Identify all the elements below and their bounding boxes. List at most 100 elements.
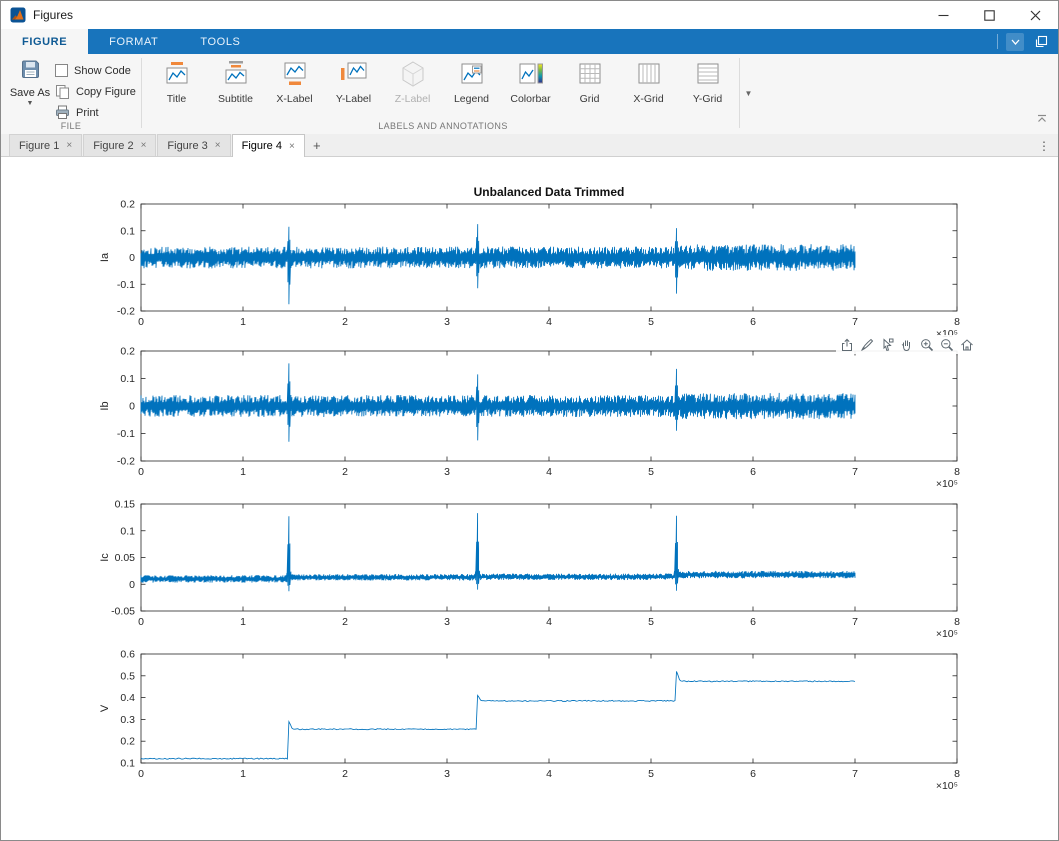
show-code-label: Show Code: [74, 65, 131, 77]
close-tab-icon[interactable]: ×: [289, 141, 295, 152]
close-tab-icon[interactable]: ×: [215, 140, 221, 151]
close-button[interactable]: [1012, 1, 1058, 29]
window-title: Figures: [33, 8, 73, 22]
collapse-toolstrip-icon: [1036, 114, 1048, 123]
x-tick-label: 0: [138, 316, 144, 328]
subtitle-button[interactable]: Subtitle: [206, 57, 265, 105]
y-tick-label: -0.2: [117, 306, 135, 318]
y-axis-label: Ic: [99, 553, 111, 562]
close-tab-icon[interactable]: ×: [141, 140, 147, 151]
title-button[interactable]: Title: [147, 57, 206, 105]
toolstrip-tab-figure[interactable]: FIGURE: [1, 29, 88, 54]
grid-button[interactable]: Grid: [560, 57, 619, 105]
labels-section-label: LABELS AND ANNOTATIONS: [147, 121, 739, 131]
x-grid-button[interactable]: X-Grid: [619, 57, 678, 105]
minimize-icon: [938, 10, 949, 21]
figure-tab-label: Figure 2: [93, 140, 133, 152]
toolstrip-tab-tools[interactable]: TOOLS: [179, 29, 261, 54]
x-tick-label: 5: [648, 616, 654, 628]
legend-button[interactable]: Legend: [442, 57, 501, 105]
y-tick-label: -0.1: [117, 279, 135, 291]
show-code-checkbox[interactable]: Show Code: [55, 63, 136, 78]
zoom-out-icon[interactable]: [938, 336, 955, 353]
y-axis-label: V: [99, 704, 111, 712]
minimize-button[interactable]: [920, 1, 966, 29]
close-tab-icon[interactable]: ×: [66, 140, 72, 151]
x-scale-label: ×10⁵: [936, 478, 958, 490]
save-icon: [20, 59, 41, 80]
tab-figure-2[interactable]: Figure 2 ×: [83, 134, 156, 156]
x-grid-icon: [635, 60, 663, 88]
x-tick-label: 7: [852, 616, 858, 628]
gallery-item-label: Colorbar: [501, 93, 560, 105]
y-tick-label: -0.2: [117, 456, 135, 468]
tab-figure-3[interactable]: Figure 3 ×: [157, 134, 230, 156]
x-tick-label: 2: [342, 316, 348, 328]
print-button[interactable]: Print: [55, 105, 136, 120]
y-tick-label: 0.3: [120, 714, 135, 726]
save-as-button[interactable]: Save As ▼: [9, 59, 51, 107]
gallery-item-label: X-Grid: [619, 93, 678, 105]
z-label-button: Z-Label: [383, 57, 442, 105]
gallery-item-label: Legend: [442, 93, 501, 105]
y-grid-button[interactable]: Y-Grid: [678, 57, 737, 105]
x-tick-label: 8: [954, 316, 960, 328]
y-tick-label: 0.5: [120, 670, 135, 682]
figure-canvas-area[interactable]: 012345678-0.2-0.100.10.2×10⁵IaUnbalanced…: [1, 157, 1059, 841]
zoom-in-icon[interactable]: [918, 336, 935, 353]
toolstrip-menu-icon[interactable]: [1006, 33, 1024, 51]
toolstrip-tab-format[interactable]: FORMAT: [88, 29, 179, 54]
tab-figure-4[interactable]: Figure 4 ×: [232, 134, 305, 157]
figure-tab-label: Figure 4: [242, 140, 282, 152]
tab-figure-1[interactable]: Figure 1 ×: [9, 134, 82, 156]
y-tick-label: 0.15: [115, 499, 136, 511]
x-tick-label: 7: [852, 768, 858, 780]
x-tick-label: 1: [240, 768, 246, 780]
titlebar: Figures: [1, 1, 1058, 29]
new-figure-tab-button[interactable]: +: [306, 134, 328, 156]
dock-figures-icon[interactable]: [1032, 33, 1050, 51]
chart-title: Unbalanced Data Trimmed: [474, 185, 625, 199]
gallery-item-label: Grid: [560, 93, 619, 105]
gallery-expand-button[interactable]: ▼: [740, 58, 757, 128]
grid-icon: [576, 60, 604, 88]
x-scale-label: ×10⁵: [936, 628, 958, 640]
collapse-toolstrip-button[interactable]: [1036, 110, 1048, 128]
export-icon[interactable]: [838, 336, 855, 353]
y-tick-label: 0.6: [120, 649, 135, 661]
y-tick-label: -0.1: [117, 428, 135, 440]
copy-figure-button[interactable]: Copy Figure: [55, 84, 136, 99]
tab-overflow-menu-icon[interactable]: ⋮: [1038, 134, 1050, 157]
brush-icon[interactable]: [858, 336, 875, 353]
x-tick-label: 4: [546, 466, 552, 478]
tabbar-separator: [997, 34, 998, 49]
x-tick-label: 0: [138, 768, 144, 780]
x-tick-label: 6: [750, 616, 756, 628]
gallery-item-label: Z-Label: [383, 93, 442, 105]
y-tick-label: 0.1: [120, 758, 135, 770]
y-label-button[interactable]: Y-Label: [324, 57, 383, 105]
figure-tab-label: Figure 3: [167, 140, 207, 152]
x-tick-label: 1: [240, 316, 246, 328]
restore-view-icon[interactable]: [958, 336, 975, 353]
save-as-dropdown-icon: ▼: [9, 100, 51, 107]
x-tick-label: 0: [138, 616, 144, 628]
x-scale-label: ×10⁵: [936, 780, 958, 792]
axes-box[interactable]: [141, 654, 957, 763]
checkbox-icon[interactable]: [55, 64, 68, 77]
y-axis-label: Ia: [99, 252, 111, 262]
x-tick-label: 2: [342, 616, 348, 628]
x-tick-label: 2: [342, 768, 348, 780]
figure-tab-bar: Figure 1 × Figure 2 × Figure 3 × Figure …: [1, 134, 1058, 157]
toolstrip-tab-label: TOOLS: [200, 36, 240, 48]
x-label-button[interactable]: X-Label: [265, 57, 324, 105]
x-tick-label: 5: [648, 768, 654, 780]
x-tick-label: 4: [546, 316, 552, 328]
colorbar-button[interactable]: Colorbar: [501, 57, 560, 105]
axes-box[interactable]: [141, 504, 957, 611]
pan-icon[interactable]: [898, 336, 915, 353]
gallery-item-label: Y-Grid: [678, 93, 737, 105]
figure-canvas[interactable]: 012345678-0.2-0.100.10.2×10⁵IaUnbalanced…: [1, 157, 1059, 841]
maximize-button[interactable]: [966, 1, 1012, 29]
datatips-icon[interactable]: [878, 336, 895, 353]
